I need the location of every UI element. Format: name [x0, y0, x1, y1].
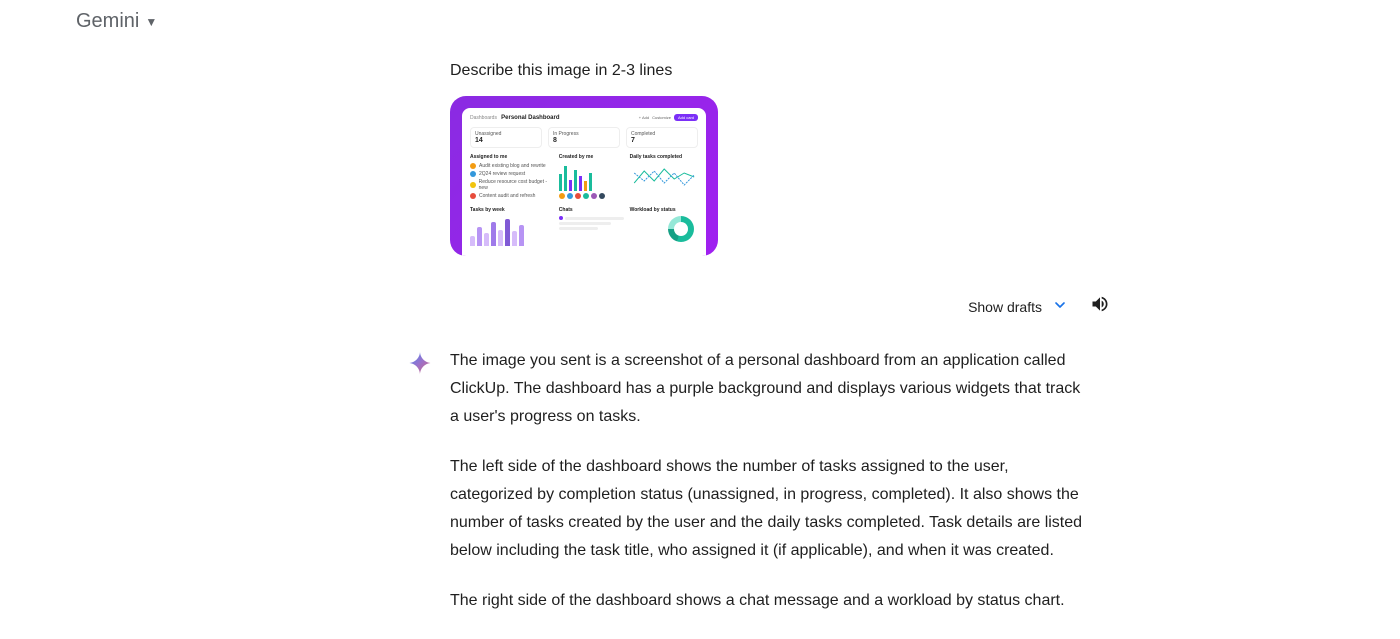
model-selector[interactable]: Gemini ▼ — [76, 10, 157, 33]
task4: Content audit and refresh — [479, 193, 535, 199]
panel6-title: Workload by status — [630, 207, 698, 213]
donut-chart — [668, 216, 694, 242]
response-paragraph-2: The left side of the dashboard shows the… — [450, 453, 1090, 565]
gemini-sparkle-icon — [406, 349, 434, 382]
task1: Audit existing blog and rewrite — [479, 163, 546, 169]
stat2-value: 8 — [553, 137, 615, 144]
thumbnail-content: Dashboards Personal Dashboard + Add Cust… — [462, 108, 706, 256]
show-drafts-button[interactable]: Show drafts — [968, 297, 1068, 316]
text-to-speech-button[interactable] — [1090, 294, 1110, 319]
user-prompt-text: Describe this image in 2-3 lines — [450, 62, 1150, 80]
chevron-down-icon — [1052, 297, 1068, 316]
model-name: Gemini — [76, 10, 139, 33]
response-paragraph-1: The image you sent is a screenshot of a … — [450, 347, 1090, 431]
task3: Reduce resource cost budget - new — [479, 179, 553, 191]
stat1-value: 14 — [475, 137, 537, 144]
thumb-add: + Add — [639, 115, 649, 120]
stat3-value: 7 — [631, 137, 693, 144]
thumb-breadcrumb-a: Dashboards — [470, 115, 497, 121]
show-drafts-label: Show drafts — [968, 299, 1042, 315]
thumb-primary-btn: Add card — [674, 114, 698, 121]
thumb-customize: Customize — [652, 115, 671, 120]
panel3-title: Daily tasks completed — [630, 154, 698, 160]
panel5-title: Chats — [559, 207, 624, 213]
thumb-breadcrumb-b: Personal Dashboard — [501, 115, 559, 121]
task2: 2Q24 review request — [479, 171, 525, 177]
panel1-title: Assigned to me — [470, 154, 553, 160]
attached-image-thumbnail[interactable]: Dashboards Personal Dashboard + Add Cust… — [450, 96, 718, 256]
panel2-title: Created by me — [559, 154, 624, 160]
response-paragraph-3: The right side of the dashboard shows a … — [450, 587, 1090, 615]
panel4-title: Tasks by week — [470, 207, 553, 213]
caret-down-icon: ▼ — [145, 15, 157, 29]
